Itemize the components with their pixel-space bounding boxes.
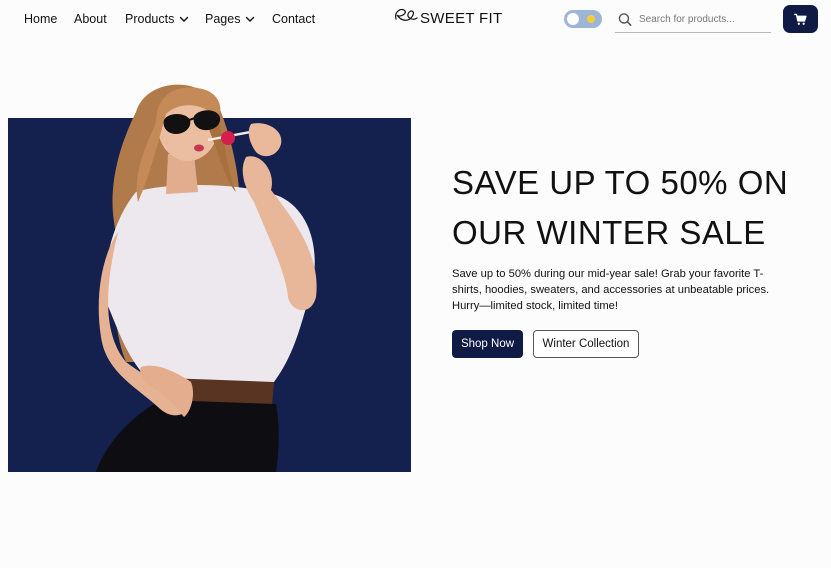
chevron-down-icon — [180, 16, 189, 22]
nav-link-about[interactable]: About — [74, 12, 107, 26]
hero-title-line-2: OUR WINTER SALE — [452, 214, 766, 251]
cart-button[interactable] — [783, 5, 818, 33]
brand-logo[interactable]: SWEET FIT — [393, 5, 502, 27]
nav-link-home[interactable]: Home — [24, 12, 57, 26]
search-input[interactable] — [637, 12, 771, 26]
hero-model-image — [96, 84, 317, 472]
nav-link-label: Contact — [272, 12, 316, 26]
nav-link-contact[interactable]: Contact — [272, 12, 315, 26]
script-logo-icon — [395, 8, 418, 21]
brand-name: SWEET FIT — [420, 10, 503, 27]
hero-title-line-1: SAVE UP TO 50% ON — [452, 164, 789, 201]
hero-title: SAVE UP TO 50% ON OUR WINTER SALE — [452, 158, 812, 258]
hero-description: Save up to 50% during our mid-year sale!… — [452, 268, 770, 312]
shop-now-button[interactable]: Shop Now — [452, 330, 523, 358]
chevron-down-icon — [246, 16, 255, 22]
nav-link-label: Home — [24, 12, 58, 26]
nav-link-label: Products — [125, 12, 175, 26]
theme-toggle[interactable] — [564, 10, 602, 28]
cart-icon — [794, 13, 807, 25]
nav-link-products[interactable]: Products — [125, 12, 189, 26]
sun-icon — [587, 15, 595, 23]
search-icon — [618, 12, 632, 26]
nav-link-label: About — [74, 12, 107, 26]
nav-link-pages[interactable]: Pages — [205, 12, 255, 26]
search-box — [615, 6, 771, 33]
nav-link-label: Pages — [205, 12, 241, 26]
top-navigation: Home About Products Pages Contact SWEET … — [0, 0, 831, 40]
winter-collection-button[interactable]: Winter Collection — [533, 330, 639, 358]
toggle-knob — [567, 13, 579, 25]
